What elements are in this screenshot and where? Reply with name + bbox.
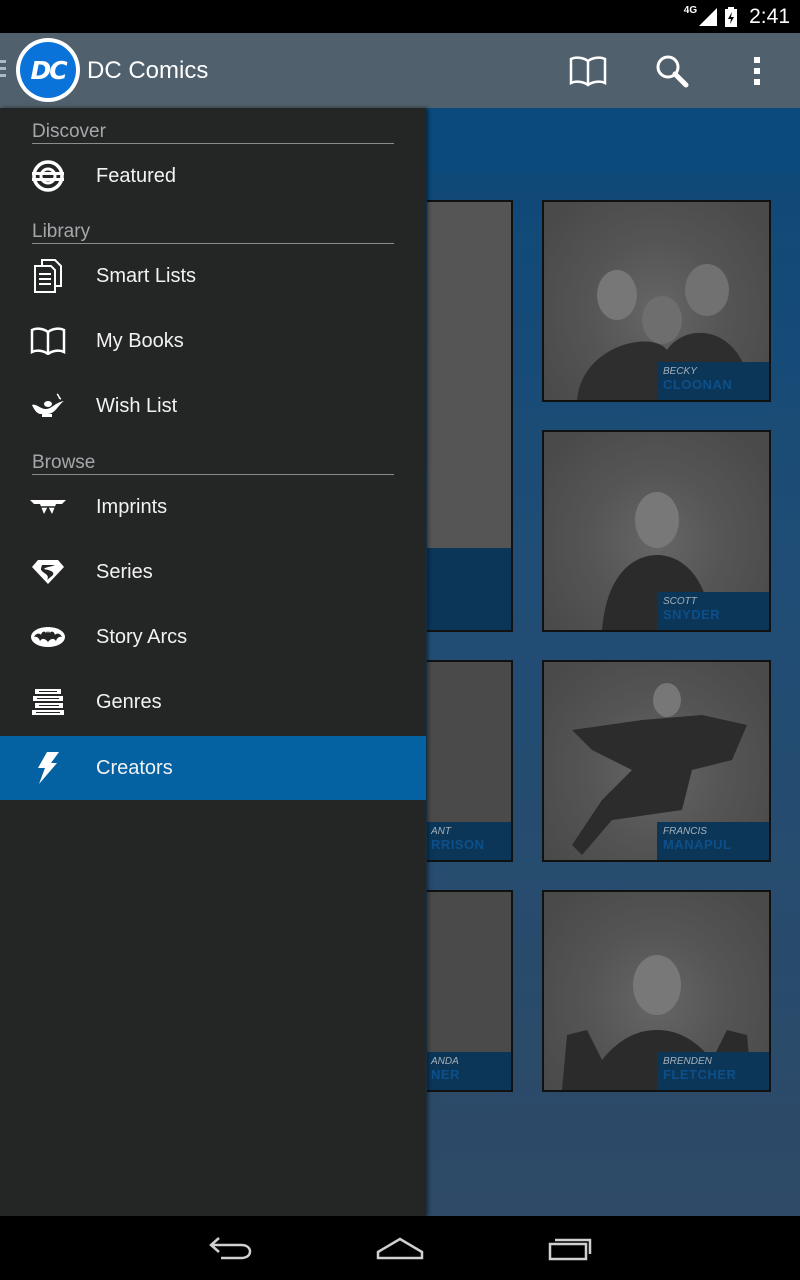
search-icon[interactable]: [650, 49, 694, 93]
nav-label: Imprints: [96, 495, 168, 518]
nav-item-creators[interactable]: Creators: [0, 736, 426, 800]
nav-item-featured[interactable]: Featured: [0, 144, 426, 208]
overflow-menu-icon[interactable]: [735, 49, 779, 93]
signal-icon: [699, 7, 718, 26]
wonder-woman-icon: [30, 489, 66, 525]
back-icon[interactable]: [200, 1228, 260, 1268]
lightning-icon: [30, 750, 66, 786]
nav-label: Wish List: [96, 394, 178, 417]
nav-item-imprints[interactable]: Imprints: [0, 475, 426, 539]
status-bar: 4G 2:41: [0, 0, 800, 33]
superman-icon: [30, 554, 66, 590]
nav-item-smart-lists[interactable]: Smart Lists: [0, 244, 426, 308]
home-icon[interactable]: [370, 1228, 430, 1268]
nav-label: Genres: [96, 690, 162, 713]
section-header-browse: Browse: [32, 439, 394, 475]
app-title: DC Comics: [87, 57, 209, 84]
clock: 2:41: [749, 4, 790, 28]
status-icons: 4G 2:41: [684, 0, 790, 33]
drawer-indicator-icon[interactable]: [0, 60, 6, 82]
nav-item-story-arcs[interactable]: Story Arcs: [0, 605, 426, 669]
nav-item-genres[interactable]: Genres: [0, 670, 426, 734]
open-book-icon: [30, 323, 66, 359]
app-bar: DC DC Comics: [0, 33, 800, 108]
nav-label: Series: [96, 560, 153, 583]
book-stack-icon: [30, 684, 66, 720]
navigation-drawer: Discover Featured Library Smart Lists My…: [0, 108, 426, 1216]
nav-label: Featured: [96, 164, 177, 187]
lantern-icon: [30, 158, 66, 194]
dc-logo[interactable]: DC: [16, 38, 80, 102]
nav-item-series[interactable]: Series: [0, 540, 426, 604]
system-navigation-bar: [0, 1216, 800, 1280]
section-header-discover: Discover: [32, 108, 394, 144]
nav-label: Creators: [96, 756, 173, 779]
batman-icon: [30, 619, 66, 655]
documents-icon: [30, 258, 66, 294]
genie-lamp-icon: [30, 388, 66, 424]
network-type: 4G: [683, 5, 698, 16]
battery-icon: [725, 6, 738, 27]
nav-item-wish-list[interactable]: Wish List: [0, 374, 426, 438]
nav-label: Story Arcs: [96, 625, 188, 648]
nav-item-my-books[interactable]: My Books: [0, 309, 426, 373]
nav-label: My Books: [96, 329, 184, 352]
nav-label: Smart Lists: [96, 264, 197, 287]
book-icon[interactable]: [566, 49, 610, 93]
section-header-library: Library: [32, 208, 394, 244]
recent-apps-icon[interactable]: [540, 1228, 600, 1268]
